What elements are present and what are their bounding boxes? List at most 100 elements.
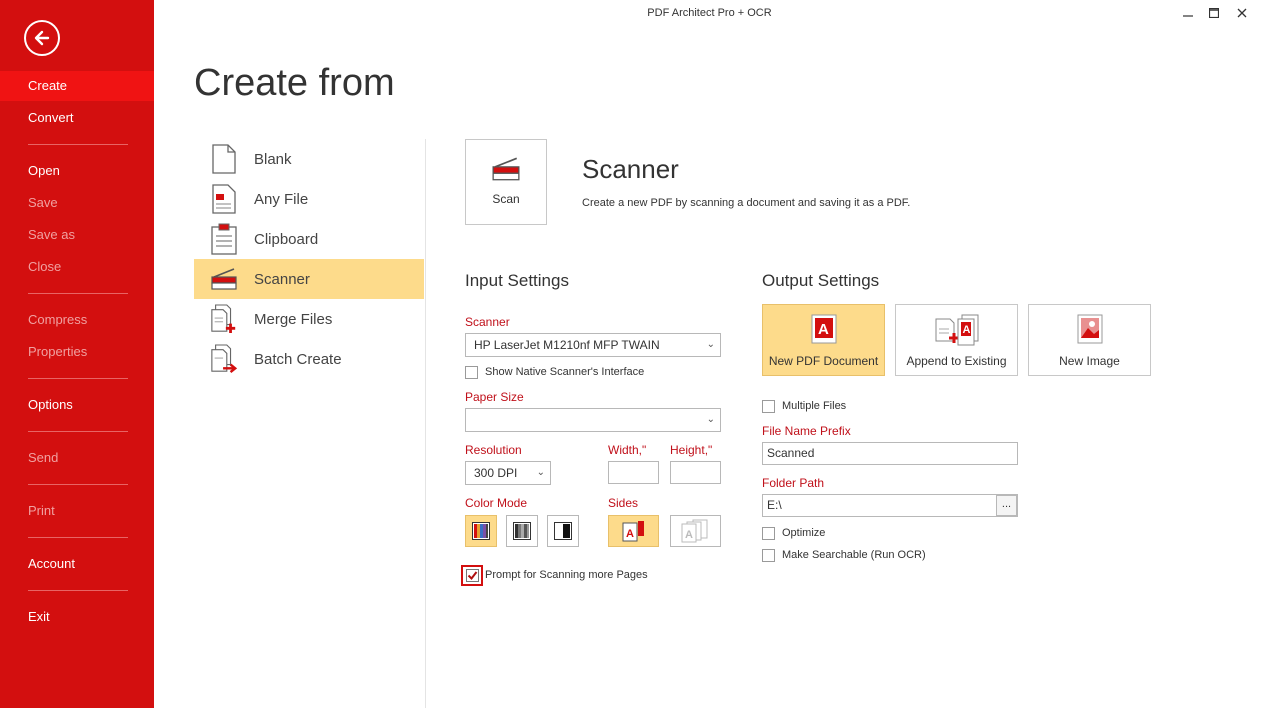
arrow-left-icon	[34, 30, 50, 46]
any-file-icon	[210, 183, 238, 215]
chevron-down-icon: ⌄	[706, 339, 715, 350]
create-item-label: Scanner	[254, 270, 310, 288]
new-pdf-document-label: New PDF Document	[768, 354, 879, 368]
sidebar-item-print[interactable]: Print	[0, 496, 154, 526]
sidebar-item-save-as[interactable]: Save as	[0, 220, 154, 250]
new-image-label: New Image	[1059, 354, 1120, 368]
clipboard-icon	[210, 223, 238, 255]
sidebar-item-save[interactable]: Save	[0, 188, 154, 218]
multiple-files-checkbox[interactable]	[762, 400, 775, 413]
sidebar-item-open[interactable]: Open	[0, 156, 154, 186]
append-to-existing-icon: A	[935, 314, 978, 346]
file-name-prefix-label: File Name Prefix	[762, 424, 851, 438]
sidebar-divider	[28, 144, 128, 145]
new-pdf-document-button[interactable]: A New PDF Document	[762, 304, 885, 376]
svg-text:A: A	[626, 528, 634, 540]
color-mode-grayscale-icon	[513, 522, 531, 540]
show-native-interface-label: Show Native Scanner's Interface	[485, 366, 645, 378]
sidebar-item-options[interactable]: Options	[0, 390, 154, 420]
checkmark-icon	[467, 571, 477, 581]
create-item-blank[interactable]: Blank	[194, 139, 424, 179]
scanner-icon	[492, 157, 520, 181]
file-name-prefix-input[interactable]: Scanned	[762, 442, 1018, 465]
create-item-clipboard[interactable]: Clipboard	[194, 219, 424, 259]
create-item-batch-create[interactable]: Batch Create	[194, 339, 424, 379]
window-title: PDF Architect Pro + OCR	[647, 7, 772, 19]
scanner-select-value: HP LaserJet M1210nf MFP TWAIN	[474, 338, 660, 352]
height-input[interactable]	[670, 461, 721, 484]
multiple-files-label: Multiple Files	[782, 400, 847, 412]
sidebar-divider	[28, 537, 128, 538]
sides-double-button[interactable]: A	[670, 515, 721, 547]
output-settings-title: Output Settings	[762, 271, 880, 290]
resolution-select[interactable]: 300 DPI ⌄	[465, 461, 551, 485]
minimize-icon	[1183, 15, 1193, 17]
color-mode-black-white-icon	[554, 522, 572, 540]
sides-label: Sides	[608, 496, 639, 510]
sidebar-item-account[interactable]: Account	[0, 549, 154, 579]
optimize-checkbox[interactable]	[762, 527, 775, 540]
scan-button-label: Scan	[492, 192, 520, 206]
browse-folder-button[interactable]: ...	[996, 495, 1017, 516]
width-input[interactable]	[608, 461, 659, 484]
create-item-scanner[interactable]: Scanner	[194, 259, 424, 299]
sidebar-item-compress[interactable]: Compress	[0, 305, 154, 335]
create-item-label: Batch Create	[254, 350, 342, 368]
color-mode-black-white-button[interactable]	[547, 515, 579, 547]
chevron-down-icon: ⌄	[706, 414, 715, 425]
run-ocr-checkbox[interactable]	[762, 549, 775, 562]
paper-size-label: Paper Size	[465, 390, 524, 404]
scanner-select[interactable]: HP LaserJet M1210nf MFP TWAIN ⌄	[465, 333, 721, 357]
create-item-label: Any File	[254, 190, 309, 208]
sidebar-item-create[interactable]: Create	[0, 71, 154, 101]
panel-divider	[425, 139, 426, 708]
sidebar-item-exit[interactable]: Exit	[0, 602, 154, 632]
color-mode-color-icon	[472, 522, 490, 540]
batch-create-icon	[210, 343, 238, 375]
scanner-description: Create a new PDF by scanning a document …	[582, 197, 911, 209]
new-pdf-icon: A	[811, 314, 836, 344]
color-mode-grayscale-button[interactable]	[506, 515, 538, 547]
scanner-heading: Scanner	[582, 154, 679, 184]
create-item-label: Blank	[254, 150, 292, 168]
sidebar-divider	[28, 431, 128, 432]
sidebar-item-convert[interactable]: Convert	[0, 103, 154, 133]
sidebar-item-properties[interactable]: Properties	[0, 337, 154, 367]
sidebar: Create Convert Open Save Save as Close C…	[0, 0, 154, 708]
blank-page-icon	[210, 143, 238, 175]
color-mode-color-button[interactable]	[465, 515, 497, 547]
run-ocr-label: Make Searchable (Run OCR)	[782, 549, 926, 561]
page-title: Create from	[194, 62, 395, 104]
prompt-more-pages-label: Prompt for Scanning more Pages	[485, 569, 648, 581]
svg-text:A: A	[685, 529, 693, 541]
show-native-interface-checkbox[interactable]	[465, 366, 478, 379]
prompt-more-pages-checkbox[interactable]	[461, 565, 483, 586]
color-mode-label: Color Mode	[465, 496, 528, 510]
create-item-merge-files[interactable]: Merge Files	[194, 299, 424, 339]
back-button[interactable]	[24, 20, 60, 56]
chevron-down-icon: ⌄	[536, 467, 545, 478]
input-settings-title: Input Settings	[465, 271, 569, 290]
sidebar-divider	[28, 293, 128, 294]
new-image-icon	[1077, 314, 1102, 344]
folder-path-input[interactable]: E:\	[762, 494, 1018, 517]
single-sided-icon: A	[622, 521, 644, 542]
height-label: Height,"	[670, 443, 713, 457]
maximize-icon	[1209, 8, 1219, 18]
sidebar-item-close[interactable]: Close	[0, 252, 154, 282]
resolution-label: Resolution	[465, 443, 522, 457]
sidebar-item-send[interactable]: Send	[0, 443, 154, 473]
scan-button[interactable]: Scan	[465, 139, 547, 225]
append-to-existing-button[interactable]: A Append to Existing	[895, 304, 1018, 376]
create-source-list: Blank Any File Clipboard Scanner Merge F…	[194, 139, 424, 379]
maximize-button[interactable]	[1199, 3, 1229, 23]
merge-files-icon	[210, 303, 238, 335]
sidebar-divider	[28, 484, 128, 485]
new-image-button[interactable]: New Image	[1028, 304, 1151, 376]
create-item-any-file[interactable]: Any File	[194, 179, 424, 219]
resolution-value: 300 DPI	[474, 466, 518, 480]
paper-size-select[interactable]: ⌄	[465, 408, 721, 432]
sides-single-button[interactable]: A	[608, 515, 659, 547]
scanner-icon	[210, 263, 238, 295]
close-window-button[interactable]	[1227, 3, 1257, 23]
